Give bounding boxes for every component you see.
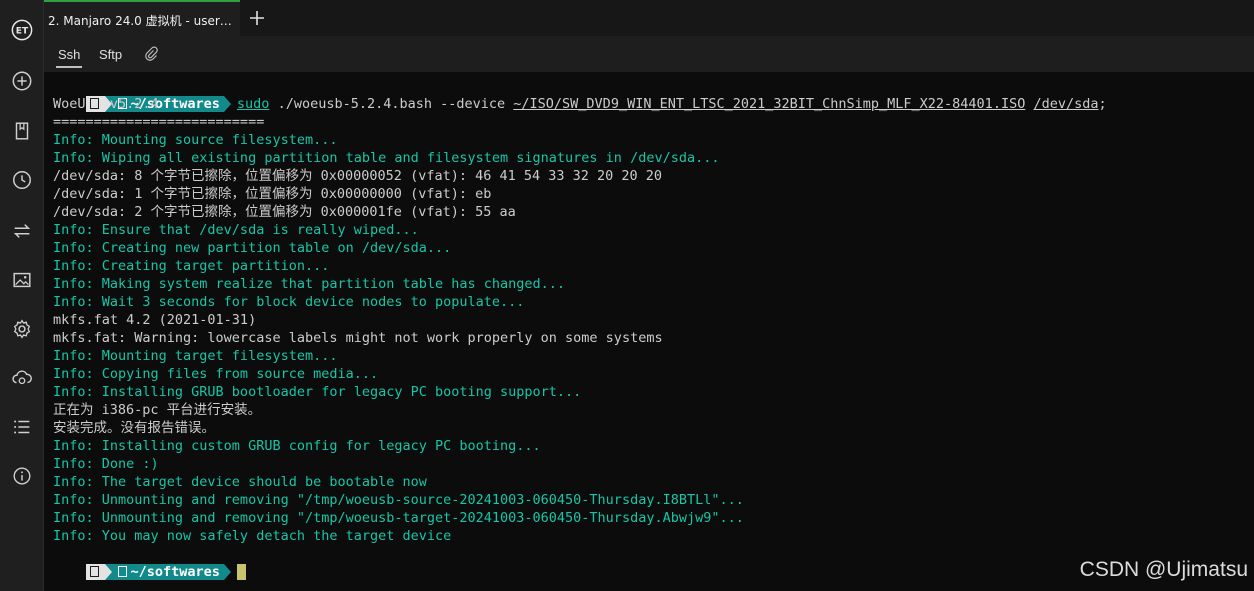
terminal-line: Info: You may now safely detach the targ… [53,528,452,544]
prompt-end-icon [223,96,231,112]
command-end: ; [1098,96,1107,112]
terminal-line: Info: The target device should be bootab… [53,474,427,490]
command-sudo: sudo [236,96,270,112]
left-sidebar: ET [0,0,44,591]
terminal-line: /dev/sda: 2 个字节已擦除，位置偏移为 0x000001fe (vfa… [53,204,516,220]
list-icon[interactable] [10,415,34,439]
new-tab-icon[interactable] [246,7,268,29]
cloud-sync-icon[interactable] [10,366,34,390]
terminal-line: Info: Wiping all existing partition tabl… [53,150,720,166]
final-prompt-line: ~/softwares [53,545,1254,580]
prompt-end-icon [223,564,231,580]
command-line: ~/softwares sudo ./woeusb-5.2.4.bash --d… [53,77,1254,112]
prompt-path: ~/softwares [130,564,220,580]
history-icon[interactable] [10,168,34,192]
terminal-line: 安装完成。没有报告错误。 [53,420,215,436]
prompt-separator-icon [104,564,112,580]
terminal-line: Info: Mounting target filesystem... [53,348,338,364]
terminal-line: Info: Unmounting and removing "/tmp/woeu… [53,492,744,508]
terminal-line: Info: Done :) [53,456,159,472]
terminal-line: Info: Ensure that /dev/sda is really wip… [53,222,419,238]
plus-circle-icon[interactable] [10,69,34,93]
info-icon[interactable] [10,464,34,488]
terminal-line: Info: Wait 3 seconds for block device no… [53,294,525,310]
terminal-line: 正在为 i386-pc 平台进行安装。 [53,402,262,418]
terminal-line: Info: Mounting source filesystem... [53,132,338,148]
prompt-os-segment [85,96,105,112]
tab-ssh[interactable]: Ssh [58,47,80,62]
command-text: sudo ./woeusb-5.2.4.bash --device ~/ISO/… [237,96,1107,112]
title-bar: 2. Manjaro 24.0 虚拟机 - user@19... [44,0,1254,36]
prompt-path-segment: ~/softwares [111,564,224,580]
terminal-line: mkfs.fat 4.2 (2021-01-31) [53,312,257,328]
terminal-line: /dev/sda: 1 个字节已擦除，位置偏移为 0x00000000 (vfa… [53,186,492,202]
terminal-output[interactable]: ~/softwares sudo ./woeusb-5.2.4.bash --d… [44,72,1254,591]
terminal-line: Info: Creating new partition table on /d… [53,240,452,256]
gear-icon[interactable] [10,317,34,341]
terminal-line: Info: Installing GRUB bootloader for leg… [53,384,582,400]
folder-glyph-icon [117,566,127,577]
os-glyph-icon [89,98,99,109]
terminal-line: ========================== [53,114,265,130]
svg-text:ET: ET [16,26,29,37]
terminal-cursor [236,564,246,580]
protocol-tabs: Ssh Sftp [44,36,1254,72]
command-iso-path: ~/ISO/SW_DVD9_WIN_ENT_LTSC_2021_32BIT_Ch… [513,96,1026,112]
attachment-icon[interactable] [144,46,158,62]
command-script: ./woeusb-5.2.4.bash --device [269,96,514,112]
app-logo-icon[interactable]: ET [10,18,34,42]
session-tab[interactable]: 2. Manjaro 24.0 虚拟机 - user@19... [44,0,240,36]
active-tab-indicator [56,66,82,68]
terminal-line: Info: Unmounting and removing "/tmp/woeu… [53,510,744,526]
terminal-line: mkfs.fat: Warning: lowercase labels migh… [53,330,663,346]
watermark: CSDN @Ujimatsu [1079,558,1248,581]
prompt-os-segment [85,564,105,580]
image-icon[interactable] [10,268,34,292]
tab-sftp[interactable]: Sftp [99,47,122,62]
terminal-line: Info: Copying files from source media... [53,366,379,382]
terminal-line: /dev/sda: 8 个字节已擦除，位置偏移为 0x00000052 (vfa… [53,168,663,184]
session-tab-title: 2. Manjaro 24.0 虚拟机 - user@19... [48,14,238,28]
command-device: /dev/sda [1033,96,1099,112]
output-lines: WoeUSB v5.2.4 ========================== I… [53,95,1254,545]
transfer-icon[interactable] [10,219,34,243]
os-glyph-icon [89,566,99,577]
bookmark-icon[interactable] [10,119,34,143]
terminal-line: Info: Making system realize that partiti… [53,276,566,292]
shell-prompt: ~/softwares [85,563,231,581]
terminal-line: Info: Creating target partition... [53,258,330,274]
terminal-line: Info: Installing custom GRUB config for … [53,438,541,454]
